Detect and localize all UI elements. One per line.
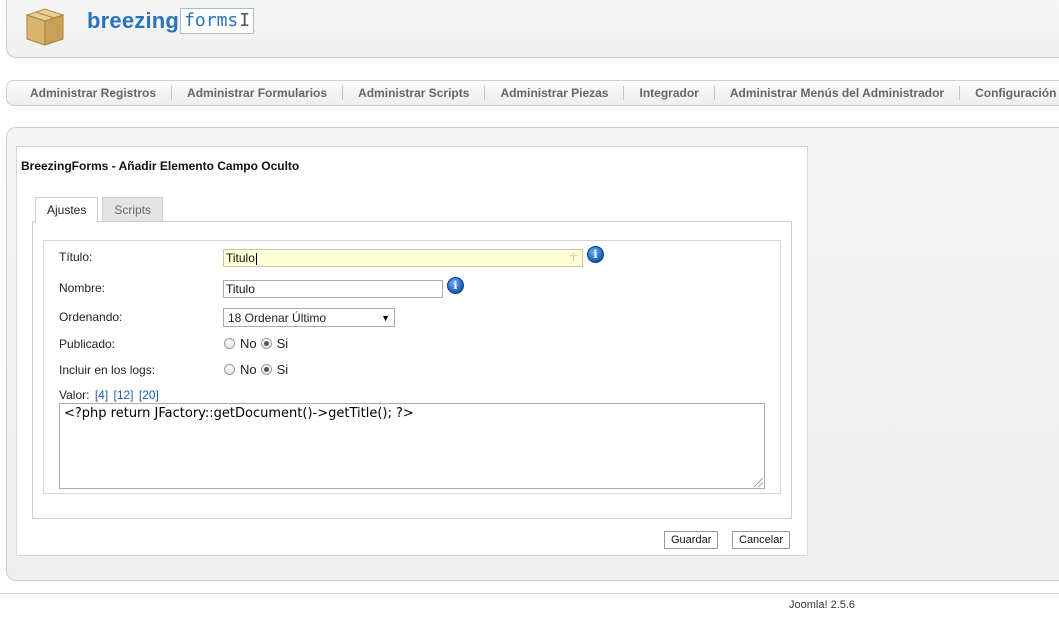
titulo-label: Título:: [59, 250, 93, 264]
settings-fieldset: Título: Titulo ☥ i Nombre: Titulo i Orde…: [43, 240, 781, 494]
menu-administrar-registros[interactable]: Administrar Registros: [15, 86, 173, 100]
valor-label-row: Valor: [4] [12] [20]: [59, 388, 159, 402]
header-bar: breezing formsI: [6, 0, 1059, 58]
page-title: BreezingForms - Añadir Elemento Campo Oc…: [21, 159, 300, 173]
nombre-label: Nombre:: [59, 281, 106, 295]
logs-si-radio[interactable]: [260, 364, 272, 375]
titulo-info-icon[interactable]: i: [587, 246, 604, 263]
element-editor-panel: BreezingForms - Añadir Elemento Campo Oc…: [16, 146, 808, 556]
logo-text-forms: formsI: [180, 8, 255, 34]
tab-ajustes[interactable]: Ajustes: [35, 197, 99, 223]
valor-textarea[interactable]: <?php return JFactory::getDocument()->ge…: [59, 403, 765, 489]
save-button[interactable]: Guardar: [664, 531, 719, 549]
valor-size-link-4[interactable]: [4]: [95, 388, 108, 402]
publicado-label: Publicado:: [59, 337, 116, 351]
text-caret: [255, 252, 257, 265]
nombre-input[interactable]: Titulo: [223, 280, 443, 298]
publicado-no-radio[interactable]: [224, 338, 235, 349]
package-box-icon: [21, 3, 69, 47]
menu-administrar-menus[interactable]: Administrar Menús del Administrador: [715, 86, 961, 100]
footer-version: Joomla! 2.5.6: [789, 599, 856, 611]
ankh-icon: ☥: [569, 250, 578, 264]
logs-label: Incluir en los logs:: [59, 363, 156, 377]
menu-configuracion[interactable]: Configuración: [960, 86, 1059, 100]
publicado-radio-group: No Si: [224, 336, 292, 351]
menu-administrar-formularios[interactable]: Administrar Formularios: [172, 86, 344, 100]
nombre-info-icon[interactable]: i: [447, 277, 464, 294]
brand-logo: breezing formsI: [87, 7, 255, 35]
dropdown-arrow-icon: ▼: [381, 312, 390, 323]
tab-bar: Ajustes Scripts: [35, 197, 167, 223]
publicado-si-label[interactable]: Si: [277, 336, 289, 351]
logs-no-radio[interactable]: [224, 364, 235, 375]
tab-content-ajustes: Título: Titulo ☥ i Nombre: Titulo i Orde…: [32, 221, 792, 519]
cancel-button[interactable]: Cancelar: [732, 531, 791, 549]
menu-integrador[interactable]: Integrador: [624, 86, 715, 100]
logs-si-label[interactable]: Si: [277, 362, 289, 377]
titulo-input[interactable]: Titulo ☥: [223, 249, 583, 267]
menu-administrar-scripts[interactable]: Administrar Scripts: [343, 86, 486, 100]
publicado-si-radio[interactable]: [260, 338, 272, 349]
valor-label: Valor:: [59, 388, 90, 402]
tab-scripts[interactable]: Scripts: [102, 197, 164, 222]
menu-administrar-piezas[interactable]: Administrar Piezas: [485, 86, 625, 100]
logs-radio-group: No Si: [224, 362, 292, 377]
main-menu: Administrar Registros Administrar Formul…: [6, 80, 1059, 106]
ordenando-label: Ordenando:: [59, 310, 123, 324]
text-cursor-icon: I: [239, 10, 251, 31]
resize-grip-icon[interactable]: [754, 478, 763, 487]
logo-text-breezing: breezing: [87, 8, 180, 33]
logs-no-label[interactable]: No: [240, 362, 257, 377]
footer-divider: [0, 593, 1059, 594]
valor-size-link-12[interactable]: [12]: [114, 388, 134, 402]
ordenando-select[interactable]: 18 Ordenar Último ▼: [223, 308, 395, 327]
publicado-no-label[interactable]: No: [240, 336, 257, 351]
valor-size-link-20[interactable]: [20]: [139, 388, 159, 402]
